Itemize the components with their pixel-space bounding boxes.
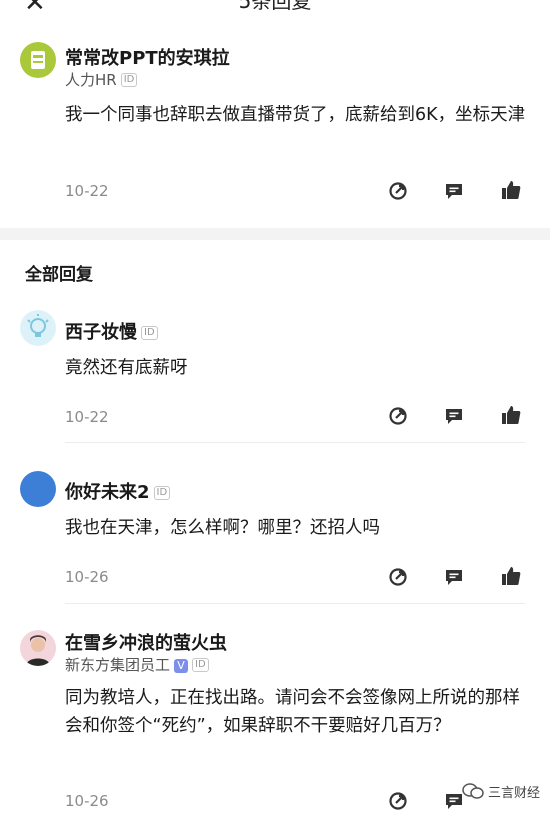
divider xyxy=(65,603,525,604)
section-separator xyxy=(0,228,550,240)
id-badge: ID xyxy=(153,486,171,500)
author-title-text: 新东方集团员工 xyxy=(65,656,171,674)
comment-icon[interactable] xyxy=(443,566,465,588)
share-icon[interactable] xyxy=(387,405,409,427)
author-name-text[interactable]: 西子妆慢 xyxy=(65,322,137,343)
author-title-text: 人力HR xyxy=(65,71,117,89)
comment-content: 竟然还有底薪呀 xyxy=(65,358,188,378)
author-name[interactable]: 西子妆慢 ID xyxy=(65,318,158,344)
avatar[interactable] xyxy=(20,630,56,666)
comment-content: 我也在天津，怎么样啊？哪里？还招人吗 xyxy=(65,518,380,538)
comment-content: 我一个同事也辞职去做直播带货了，底薪给到6K，坐标天津 xyxy=(65,105,526,125)
avatar[interactable] xyxy=(20,471,56,507)
verified-badge: V xyxy=(174,659,189,673)
comment-date: 10-22 xyxy=(65,182,109,200)
comment-date: 10-26 xyxy=(65,568,109,586)
divider xyxy=(65,442,525,443)
person-photo-icon xyxy=(26,635,50,666)
share-icon[interactable] xyxy=(387,566,409,588)
id-badge: ID xyxy=(120,73,138,87)
comment-date: 10-26 xyxy=(65,792,109,810)
watermark-text: 三言财经 xyxy=(488,785,541,801)
avatar[interactable] xyxy=(20,42,56,78)
author-name-text[interactable]: 常常改PPT的安琪拉 xyxy=(65,48,230,69)
share-icon[interactable] xyxy=(387,180,409,202)
like-icon[interactable] xyxy=(500,179,522,201)
lightbulb-icon xyxy=(27,314,49,337)
comment-icon[interactable] xyxy=(443,180,465,202)
avatar[interactable] xyxy=(20,310,56,346)
watermark: 三言财经 xyxy=(462,780,540,802)
author-name[interactable]: 在雪乡冲浪的萤火虫 xyxy=(65,629,227,655)
author-title: 人力HR ID xyxy=(65,69,138,90)
wechat-icon xyxy=(462,783,484,799)
id-badge: ID xyxy=(141,326,158,340)
author-name-text[interactable]: 在雪乡冲浪的萤火虫 xyxy=(65,633,227,654)
comment-icon[interactable] xyxy=(443,405,465,427)
id-badge: ID xyxy=(192,658,209,672)
comment-content: 同为教培人，正在找出路。请问会不会签像网上所说的那样会和你签个“死约”，如果辞职… xyxy=(65,688,520,736)
author-name[interactable]: 常常改PPT的安琪拉 xyxy=(65,44,230,70)
comment-date: 10-22 xyxy=(65,408,109,426)
cup-icon xyxy=(31,51,45,69)
author-name-text[interactable]: 你好未来2 xyxy=(65,482,150,503)
like-icon[interactable] xyxy=(500,404,522,426)
author-name[interactable]: 你好未来2 ID xyxy=(65,478,171,504)
like-icon[interactable] xyxy=(500,565,522,587)
parent-comment: 常常改PPT的安琪拉 人力HR ID 我一个同事也辞职去做直播带货了，底薪给到6K… xyxy=(0,0,550,228)
share-icon[interactable] xyxy=(387,790,409,812)
section-title: 全部回复 xyxy=(25,265,93,285)
author-title: 新东方集团员工 V ID xyxy=(65,654,209,675)
